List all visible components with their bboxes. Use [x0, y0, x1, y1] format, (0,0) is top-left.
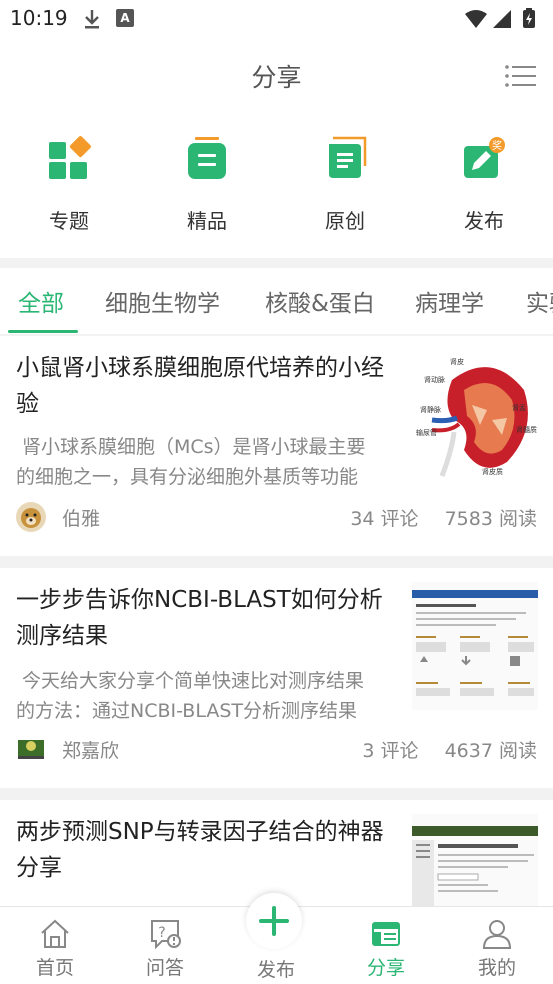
- list-menu-icon[interactable]: [504, 64, 536, 88]
- article-thumbnail: 肾皮 肾动脉 肾静脉 输尿管 肾髓质 肾盂 肾皮质: [412, 350, 538, 478]
- author-name[interactable]: 郑嘉欣: [62, 736, 119, 763]
- profile-icon: [482, 920, 512, 949]
- quick-nav-premium[interactable]: 精品: [157, 136, 257, 234]
- read-count: 7583 阅读: [444, 508, 537, 530]
- plus-icon: [259, 906, 289, 936]
- article-title: 两步预测SNP与转录因子结合的神器分享: [16, 819, 384, 881]
- quick-nav-publish[interactable]: 奖 发布: [434, 136, 534, 234]
- thumb-label: 输尿管: [416, 428, 437, 437]
- article-card[interactable]: 两步预测SNP与转录因子结合的神器分享: [0, 800, 553, 906]
- status-time: 10:19: [10, 6, 68, 30]
- article-summary: 今天给大家分享个简单快速比对测序结果的方法：通过NCBI-BLAST分析测序结果: [16, 670, 365, 722]
- notification-a-icon: A: [116, 9, 134, 27]
- bottom-nav: 首页 ? 问答 发布 分享 我的: [0, 893, 553, 984]
- quick-nav-label: 专题: [49, 209, 89, 233]
- author-avatar: [16, 502, 46, 532]
- quick-nav-label: 原创: [325, 209, 365, 233]
- topics-icon: [49, 136, 91, 179]
- publish-button[interactable]: [246, 893, 302, 949]
- quick-nav-label: 精品: [187, 209, 227, 233]
- thumb-label: 肾静脉: [420, 405, 441, 414]
- thumb-label: 肾皮: [450, 357, 464, 366]
- thumb-label: 肾髓质: [516, 425, 537, 434]
- thumb-label: 肾皮质: [482, 467, 503, 476]
- nav-qa[interactable]: ? 问答: [110, 907, 220, 984]
- nav-share[interactable]: 分享: [331, 907, 441, 984]
- author-name[interactable]: 伯雅: [62, 504, 100, 531]
- category-tabs: 全部 细胞生物学 核酸&蛋白 病理学 实验: [0, 268, 553, 334]
- read-count: 4637 阅读: [444, 740, 537, 762]
- svg-text:奖: 奖: [492, 139, 502, 152]
- tab-pathology[interactable]: 病理学: [415, 284, 484, 318]
- article-thumbnail: [412, 814, 538, 906]
- status-bar: 10:19 A: [0, 0, 553, 38]
- status-indicators-icon: [465, 8, 535, 28]
- quick-nav-label: 发布: [464, 209, 504, 233]
- qa-icon: ?: [151, 920, 181, 950]
- page-title: 分享: [251, 63, 302, 92]
- quick-nav: 专题 精品 原创 奖 发布: [0, 112, 553, 258]
- svg-text:?: ?: [158, 925, 165, 941]
- quick-nav-original[interactable]: 原创: [295, 136, 395, 234]
- thumb-label: 肾盂: [512, 403, 526, 412]
- app-header: 分享: [0, 38, 553, 112]
- nav-label: 我的: [477, 957, 516, 979]
- nav-profile[interactable]: 我的: [442, 907, 552, 984]
- thumb-label: 肾动脉: [424, 375, 445, 384]
- article-thumbnail: [412, 582, 538, 710]
- tab-experiment[interactable]: 实验: [526, 284, 553, 318]
- nav-home[interactable]: 首页: [0, 907, 110, 984]
- article-summary: 肾小球系膜细胞（MCs）是肾小球最主要的细胞之一，具有分泌细胞外基质等功能: [16, 436, 366, 488]
- share-icon: [372, 922, 400, 946]
- author-avatar: [16, 734, 46, 764]
- comment-count: 34 评论: [350, 508, 419, 530]
- quick-nav-topics[interactable]: 专题: [19, 136, 119, 234]
- nav-label: 发布: [256, 959, 295, 981]
- original-icon: [329, 136, 367, 178]
- premium-icon: [188, 137, 226, 179]
- tab-nucleic-protein[interactable]: 核酸&蛋白: [265, 284, 375, 318]
- tab-cell-biology[interactable]: 细胞生物学: [105, 284, 220, 318]
- publish-award-icon: 奖: [464, 137, 505, 178]
- tab-all[interactable]: 全部: [18, 284, 64, 318]
- home-icon: [41, 919, 69, 948]
- nav-label: 问答: [145, 957, 184, 979]
- article-card[interactable]: 一步步告诉你NCBI-BLAST如何分析测序结果 今天给大家分享个简单快速比对测…: [0, 568, 553, 788]
- download-icon: [85, 10, 99, 29]
- article-stats: 3 评论 4637 阅读: [362, 736, 537, 763]
- article-title: 小鼠肾小球系膜细胞原代培养的小经验: [16, 355, 384, 417]
- nav-label: 首页: [35, 957, 74, 979]
- article-card[interactable]: 小鼠肾小球系膜细胞原代培养的小经验 肾小球系膜细胞（MCs）是肾小球最主要的细胞…: [0, 336, 553, 556]
- nav-publish[interactable]: 发布: [221, 893, 331, 984]
- article-stats: 34 评论 7583 阅读: [350, 504, 537, 531]
- comment-count: 3 评论: [362, 740, 419, 762]
- article-title: 一步步告诉你NCBI-BLAST如何分析测序结果: [16, 587, 383, 649]
- tab-active-indicator: [8, 330, 78, 333]
- nav-label: 分享: [366, 957, 405, 979]
